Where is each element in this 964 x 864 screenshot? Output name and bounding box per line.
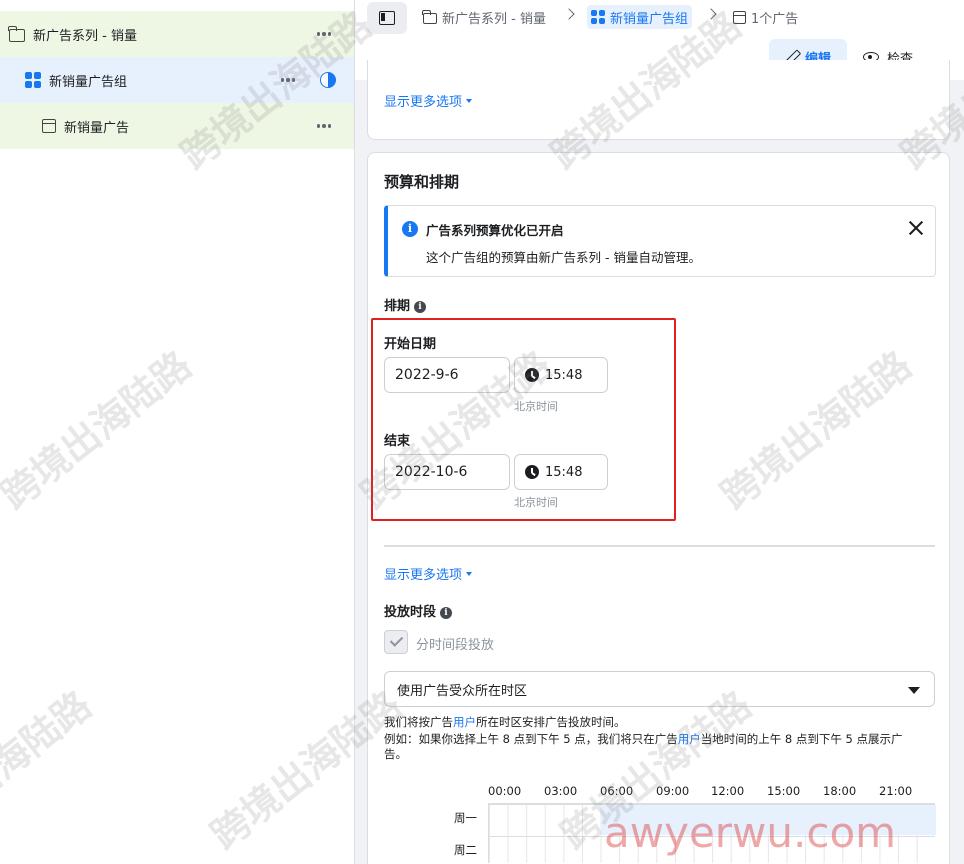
note-text: 当地时间的上午 8 点到下午 5 点展示广 <box>700 732 903 746</box>
breadcrumb-campaign[interactable]: 新广告系列 - 销量 <box>422 7 546 27</box>
delivery-status-icon[interactable] <box>320 72 336 88</box>
note-text: 所在时区安排广告投放时间。 <box>476 715 626 729</box>
dayparting-note-1: 我们将按广告用户所在时区安排广告投放时间。 <box>384 715 626 730</box>
note-text: 例如：如果你选择上午 8 点到下午 5 点，我们将只在广告 <box>384 732 678 746</box>
day-label: 周一 <box>454 811 477 825</box>
info-icon[interactable]: i <box>440 606 453 619</box>
breadcrumb-bar: 新广告系列 - 销量 新销量广告组 1个广告 <box>355 0 964 34</box>
campaign-tree-sidebar: 新广告系列 - 销量 新销量广告组 新销量广告 <box>0 0 355 864</box>
timezone-select[interactable]: 使用广告受众所在时区 <box>384 671 935 707</box>
divider <box>384 545 935 547</box>
day-label: 周二 <box>454 843 477 857</box>
hour-label: 06:00 <box>600 784 634 798</box>
note-highlight: 用户 <box>677 732 701 746</box>
more-options-icon[interactable] <box>278 70 298 90</box>
schedule-heading: 排期 i <box>384 295 427 314</box>
breadcrumb-ads[interactable]: 1个广告 <box>733 7 798 27</box>
dayparting-note-2: 例如：如果你选择上午 8 点到下午 5 点，我们将只在广告用户当地时间的上午 8… <box>384 732 903 747</box>
hour-label: 15:00 <box>767 784 801 798</box>
ad-icon <box>42 119 56 133</box>
chevron-right-icon <box>705 8 717 20</box>
dayparting-label: 投放时段 <box>384 605 437 620</box>
breadcrumb-label: 新销量广告组 <box>610 11 689 27</box>
hour-label: 00:00 <box>488 784 522 798</box>
tree-item-label: 新广告系列 - 销量 <box>33 28 137 44</box>
hour-label: 12:00 <box>711 784 745 798</box>
hour-label: 21:00 <box>879 784 913 798</box>
show-more-options-link[interactable]: 显示更多选项 <box>384 91 473 110</box>
previous-section-card: 显示更多选项 <box>367 60 950 140</box>
schedule-label: 排期 <box>384 299 411 314</box>
adset-grid-icon <box>591 10 605 24</box>
sidebar-toggle-icon <box>379 11 395 25</box>
more-options-icon[interactable] <box>314 116 334 136</box>
folder-icon <box>422 10 437 24</box>
caret-down-icon <box>908 687 920 694</box>
close-icon[interactable] <box>908 220 924 236</box>
caret-down-icon <box>466 98 473 103</box>
breadcrumb-adset[interactable]: 新销量广告组 <box>587 5 693 29</box>
info-icon: i <box>402 221 418 237</box>
timezone-select-value: 使用广告受众所在时区 <box>397 683 528 699</box>
caret-down-icon <box>466 571 473 576</box>
show-more-options-label: 显示更多选项 <box>384 95 463 110</box>
toggle-panel-button[interactable] <box>367 2 407 34</box>
tree-item-label: 新销量广告 <box>64 120 130 136</box>
note-highlight: 用户 <box>453 715 476 729</box>
info-body: 这个广告组的预算由新广告系列 - 销量自动管理。 <box>426 250 701 265</box>
info-title: 广告系列预算优化已开启 <box>426 223 564 238</box>
schedule-highlight-box <box>371 318 676 521</box>
hour-label: 18:00 <box>823 784 857 798</box>
tree-item-campaign[interactable]: 新广告系列 - 销量 <box>0 11 354 57</box>
ad-icon <box>733 10 746 24</box>
show-more-options-label: 显示更多选项 <box>384 568 463 583</box>
more-options-icon[interactable] <box>314 24 334 44</box>
tree-item-label: 新销量广告组 <box>49 74 128 90</box>
info-icon[interactable]: i <box>414 300 427 313</box>
dayparting-heading: 投放时段 i <box>384 601 453 620</box>
folder-icon <box>8 26 25 42</box>
cbo-info-banner: i 广告系列预算优化已开启 这个广告组的预算由新广告系列 - 销量自动管理。 <box>384 205 936 277</box>
hour-label: 03:00 <box>544 784 578 798</box>
section-title: 预算和排期 <box>384 173 460 191</box>
show-more-options-link[interactable]: 显示更多选项 <box>384 564 473 583</box>
tree-item-adset[interactable]: 新销量广告组 <box>0 57 354 103</box>
adset-grid-icon <box>25 72 41 88</box>
breadcrumb-label: 新广告系列 - 销量 <box>442 11 546 27</box>
chevron-right-icon <box>563 8 575 20</box>
dayparting-note-3: 告。 <box>384 747 407 761</box>
note-text: 我们将按广告 <box>384 715 453 729</box>
tree-item-ad[interactable]: 新销量广告 <box>0 103 354 149</box>
watermark-url: awyerwu.com <box>604 808 897 857</box>
dayparting-checkbox-label: 分时间段投放 <box>416 638 495 653</box>
dayparting-checkbox[interactable] <box>384 630 408 654</box>
hour-label: 09:00 <box>656 784 690 798</box>
breadcrumb-label: 1个广告 <box>751 11 799 27</box>
